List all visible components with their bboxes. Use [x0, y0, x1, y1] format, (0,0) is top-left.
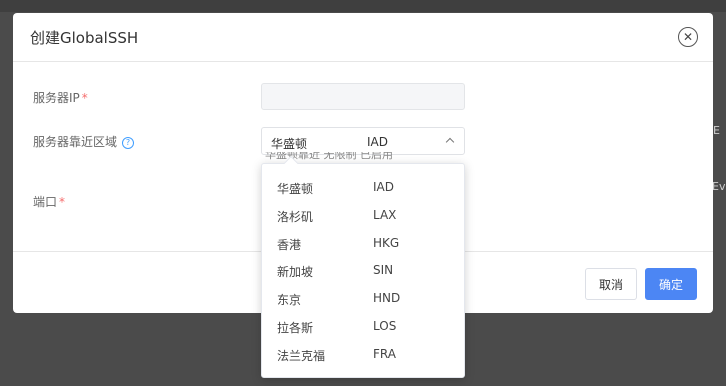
region-option-hnd[interactable]: 东京 HND [262, 284, 464, 312]
server-ip-label: 服务器IP * [33, 91, 88, 105]
question-circle-icon[interactable]: ? [122, 137, 135, 149]
confirm-button[interactable]: 确定 [645, 268, 697, 300]
selected-region-code: IAD [367, 135, 388, 149]
required-mark: * [59, 195, 66, 209]
cancel-button[interactable]: 取消 [585, 268, 637, 300]
region-label: 服务器靠近区域? [33, 133, 135, 150]
region-option-lax[interactable]: 洛杉矶 LAX [262, 201, 464, 229]
region-select[interactable]: 华盛顿 IAD [261, 127, 465, 155]
region-option-iad[interactable]: 华盛顿 IAD [262, 173, 464, 201]
background-text: E [713, 124, 720, 137]
background-header [0, 0, 726, 12]
server-ip-input[interactable] [261, 83, 465, 110]
selected-region-name: 华盛顿 [271, 137, 308, 151]
region-hint: 华盛顿靠近 无限制 已启用 [265, 152, 393, 160]
port-label: 端口 * [33, 195, 66, 209]
dialog-header: 创建GlobalSSH ✕ [13, 13, 713, 62]
background-text: Ev [712, 180, 726, 193]
chevron-up-icon [445, 137, 455, 147]
region-dropdown: 华盛顿 IAD 洛杉矶 LAX 香港 HKG 新加坡 SIN 东京 HND 拉各… [261, 155, 465, 378]
region-option-sin[interactable]: 新加坡 SIN [262, 256, 464, 284]
required-mark: * [81, 91, 88, 105]
close-icon[interactable]: ✕ [678, 27, 698, 47]
dialog-title: 创建GlobalSSH [30, 29, 139, 47]
region-option-los[interactable]: 拉各斯 LOS [262, 312, 464, 340]
region-option-hkg[interactable]: 香港 HKG [262, 229, 464, 257]
region-option-fra[interactable]: 法兰克福 FRA [262, 340, 464, 368]
